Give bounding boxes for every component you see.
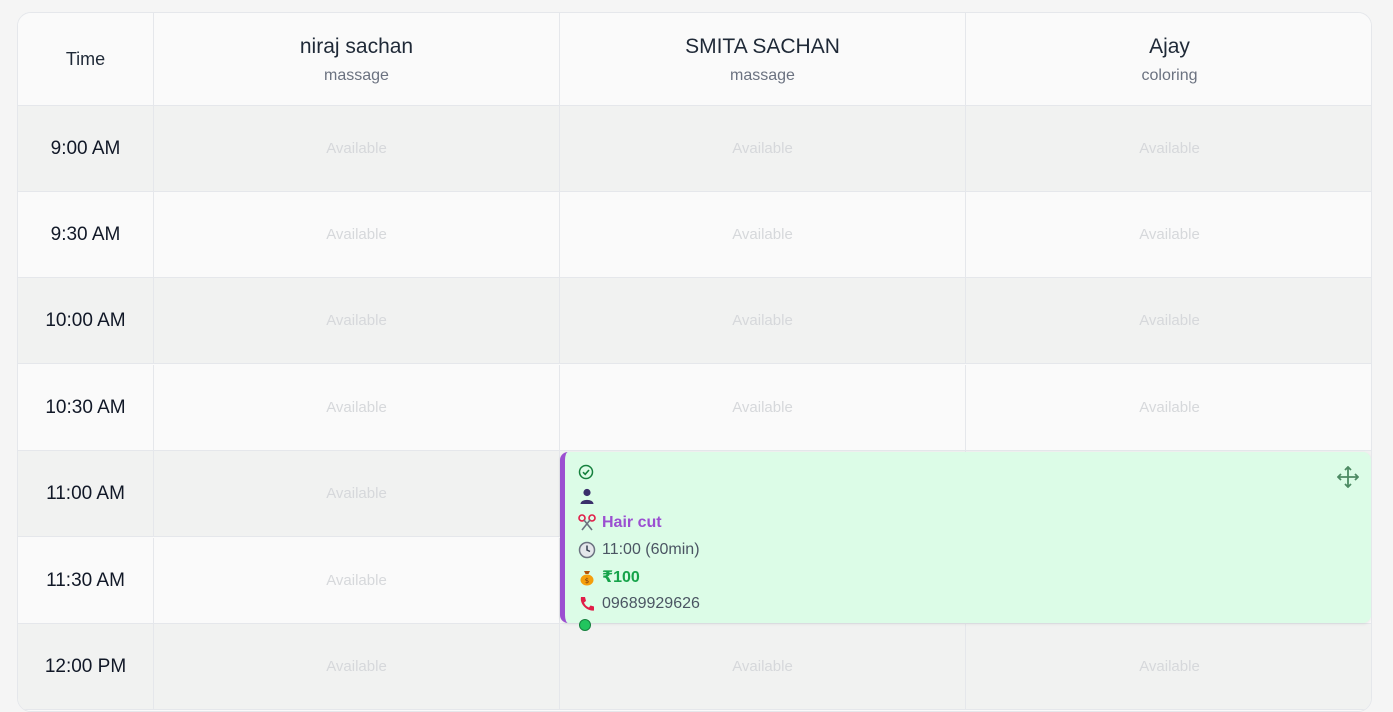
time-slot-label: 10:00 AM [18, 278, 154, 363]
time-slot-label: 10:30 AM [18, 365, 154, 450]
appointment-customer [578, 482, 1371, 509]
staff-header-ajay: Ajay coloring [966, 13, 1371, 106]
time-slot-label: 11:30 AM [18, 538, 154, 623]
move-icon[interactable] [1336, 465, 1360, 489]
slot-cell[interactable]: Available [966, 106, 1371, 191]
appointment-card[interactable]: Hair cut 11:00 (60min) $ ₹100 0968992962… [560, 452, 1371, 631]
slot-row-1200: 12:00 PM Available Available Available [18, 624, 1371, 710]
slot-cell[interactable]: Available [966, 278, 1371, 363]
slot-cell[interactable]: Available [966, 192, 1371, 277]
appointment-phone: 09689929626 [578, 590, 1371, 617]
slot-cell[interactable]: Available [154, 278, 560, 363]
staff-service: massage [324, 66, 389, 84]
slot-cell[interactable]: Available [154, 192, 560, 277]
slot-cell[interactable]: Available [560, 192, 966, 277]
scissors-icon [578, 513, 602, 532]
slot-row-1000: 10:00 AM Available Available Available [18, 278, 1371, 364]
svg-text:$: $ [585, 577, 589, 585]
service-name: Hair cut [602, 513, 662, 531]
time-slot-label: 9:00 AM [18, 106, 154, 191]
schedule-board: Time niraj sachan massage SMITA SACHAN m… [17, 12, 1372, 712]
slot-row-0930: 9:30 AM Available Available Available [18, 192, 1371, 278]
time-slot-label: 12:00 PM [18, 624, 154, 709]
staff-name: SMITA SACHAN [685, 35, 840, 59]
appointment-price: $ ₹100 [578, 563, 1371, 590]
staff-header-niraj: niraj sachan massage [154, 13, 560, 106]
slot-cell[interactable]: Available [560, 278, 966, 363]
time-column-header: Time [18, 13, 154, 106]
check-circle-icon [578, 464, 602, 480]
appointment-service: Hair cut [578, 509, 1371, 536]
slot-cell[interactable]: Available [560, 365, 966, 450]
appointment-status [578, 462, 1371, 482]
person-icon [578, 487, 602, 505]
clock-icon [578, 541, 602, 559]
phone-number: 09689929626 [602, 594, 700, 612]
slot-cell[interactable]: Available [966, 365, 1371, 450]
time-slot-label: 11:00 AM [18, 451, 154, 536]
slot-row-0900: 9:00 AM Available Available Available [18, 106, 1371, 192]
slot-cell[interactable]: Available [154, 451, 560, 536]
resize-handle[interactable] [579, 619, 591, 631]
slot-cell[interactable]: Available [154, 106, 560, 191]
staff-service: coloring [1141, 66, 1198, 84]
slot-row-1030: 10:30 AM Available Available Available [18, 365, 1371, 451]
slot-cell[interactable]: Available [154, 365, 560, 450]
slot-cell[interactable]: Available [560, 106, 966, 191]
slot-cell[interactable]: Available [560, 624, 966, 709]
staff-name: niraj sachan [299, 35, 414, 59]
time-slot-label: 9:30 AM [18, 192, 154, 277]
money-bag-icon: $ [578, 568, 602, 586]
staff-header-smita: SMITA SACHAN massage [560, 13, 966, 106]
phone-icon [578, 595, 602, 613]
slot-cell[interactable]: Available [966, 624, 1371, 709]
staff-name: Ajay [1149, 35, 1190, 59]
staff-service: massage [730, 66, 795, 84]
appointment-time-text: 11:00 (60min) [602, 540, 700, 558]
appointment-time: 11:00 (60min) [578, 536, 1371, 563]
time-header-label: Time [65, 48, 106, 69]
price-value: ₹100 [602, 568, 640, 586]
slot-cell[interactable]: Available [154, 538, 560, 623]
slot-cell[interactable]: Available [154, 624, 560, 709]
